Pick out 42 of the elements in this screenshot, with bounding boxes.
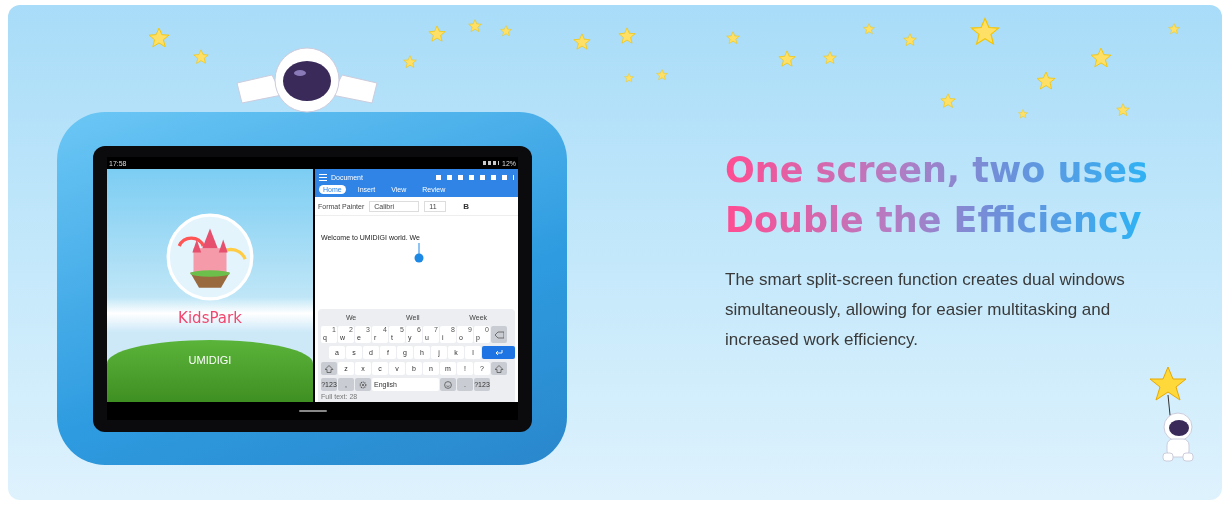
star-icon [823,51,837,65]
star-icon [970,17,1000,47]
star-icon [1116,103,1130,117]
brand-name: UMIDIGI [188,354,232,368]
star-icon [624,73,634,83]
text-cursor-handle[interactable] [414,243,424,263]
star-icon [656,69,668,81]
star-icon [863,23,875,35]
signal-icon [483,161,499,165]
star-icon [428,25,446,43]
star-icon [940,93,956,109]
settings-key[interactable] [355,378,371,391]
star-icon [468,19,482,33]
star-icon [778,50,796,68]
app-name: KidsPark [178,309,242,327]
gear-icon [358,380,368,389]
shift-arrow-icon [324,364,334,373]
star-icon [903,33,917,47]
star-icon [148,27,170,49]
star-icon [403,55,417,69]
description-text: The smart split-screen function creates dual windows simultaneously, allowing for easier multitasking and increased work efficiency. [725,269,1126,351]
enter-key[interactable] [482,346,515,359]
shift-key[interactable] [321,362,337,375]
enter-icon [494,348,503,357]
star-icon [193,49,209,65]
shift-arrow-icon [494,364,504,373]
star-icon [1036,71,1056,91]
star-icon [1090,47,1112,69]
emoji-key[interactable] [440,378,456,391]
menu-icon[interactable] [319,173,327,181]
star-icon [726,31,740,45]
star-icon [1168,23,1180,35]
star-icon [573,33,591,51]
star-icon [618,27,636,45]
star-icon [500,25,512,37]
backspace-key[interactable] [491,326,507,343]
bold-button[interactable]: B [463,201,470,211]
smiley-icon [443,380,453,389]
backspace-icon [494,330,504,339]
home-indicator[interactable] [298,410,327,412]
star-icon [1018,109,1028,119]
shift-key[interactable] [491,362,507,375]
